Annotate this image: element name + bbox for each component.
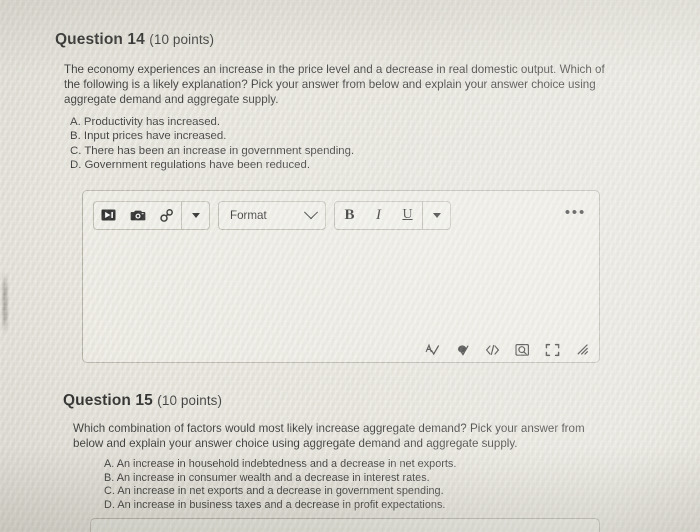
- quiz-screenshot: Question 14 (10 points) The economy expe…: [0, 0, 700, 532]
- resize-handle-icon[interactable]: [574, 341, 591, 358]
- editor-footer-tools: [424, 341, 591, 358]
- insert-more-button[interactable]: [182, 202, 209, 229]
- bold-icon[interactable]: B: [335, 202, 364, 229]
- question-14-title: Question 14: [55, 31, 145, 48]
- style-more-button[interactable]: [423, 202, 450, 229]
- question-14-choice-b: B. Input prices have increased.: [70, 130, 227, 143]
- italic-label: I: [376, 206, 381, 223]
- toolbar-overflow-button[interactable]: •••: [565, 205, 586, 220]
- question-15-choice-c: C. An increase in net exports and a decr…: [104, 485, 444, 498]
- bold-label: B: [344, 206, 355, 223]
- question-14-choice-a: A. Productivity has increased.: [70, 116, 221, 128]
- question-15-choice-a: A. An increase in household indebtedness…: [104, 458, 457, 470]
- question-15-body: Which combination of factors would most …: [73, 422, 585, 451]
- format-dropdown-label: Format: [230, 208, 267, 222]
- question-14-body: The economy experiences an increase in t…: [64, 63, 605, 107]
- html-editor-icon[interactable]: [484, 341, 501, 358]
- answer-text-area[interactable]: [84, 235, 598, 335]
- question-15-choice-b: B. An increase in consumer wealth and a …: [104, 471, 430, 484]
- editor-toolbar: Format B I U: [93, 200, 589, 230]
- insert-link-icon[interactable]: [152, 202, 181, 229]
- editor-insert-group: [93, 200, 210, 230]
- editor-style-group: B I U: [334, 200, 451, 230]
- answer-editor-question-15[interactable]: [90, 518, 600, 532]
- question-14-choice-c: C. There has been an increase in governm…: [70, 144, 355, 157]
- insert-image-icon[interactable]: [123, 202, 152, 229]
- question-14-choices: A. Productivity has increased. B. Input …: [70, 115, 354, 172]
- spellcheck-icon[interactable]: [424, 341, 441, 358]
- insert-media-icon[interactable]: [94, 202, 123, 229]
- preview-icon[interactable]: [514, 341, 531, 358]
- underline-icon[interactable]: U: [393, 202, 422, 229]
- italic-icon[interactable]: I: [364, 202, 393, 229]
- question-15-choices: A. An increase in household indebtedness…: [104, 458, 456, 512]
- question-14-heading: Question 14 (10 points): [55, 31, 214, 49]
- chevron-down-icon: [303, 205, 319, 220]
- question-15-heading: Question 15 (10 points): [63, 392, 222, 410]
- question-15-choice-d: D. An increase in business taxes and a d…: [104, 498, 446, 511]
- question-14-choice-d: D. Government regulations have been redu…: [70, 158, 310, 171]
- question-15-title: Question 15: [63, 392, 153, 409]
- answer-editor-question-14[interactable]: Format B I U •••: [82, 190, 600, 363]
- question-15-points: (10 points): [157, 393, 223, 408]
- format-dropdown[interactable]: Format: [218, 200, 326, 230]
- photo-edge-smudge: [3, 272, 7, 334]
- chevron-down-icon: [432, 212, 441, 218]
- underline-label: U: [402, 207, 413, 222]
- quiz-content: Question 14 (10 points) The economy expe…: [0, 0, 700, 532]
- chevron-down-icon: [191, 212, 200, 218]
- fullscreen-icon[interactable]: [544, 341, 561, 358]
- question-14-points: (10 points): [149, 32, 215, 47]
- accessibility-icon[interactable]: [454, 341, 471, 358]
